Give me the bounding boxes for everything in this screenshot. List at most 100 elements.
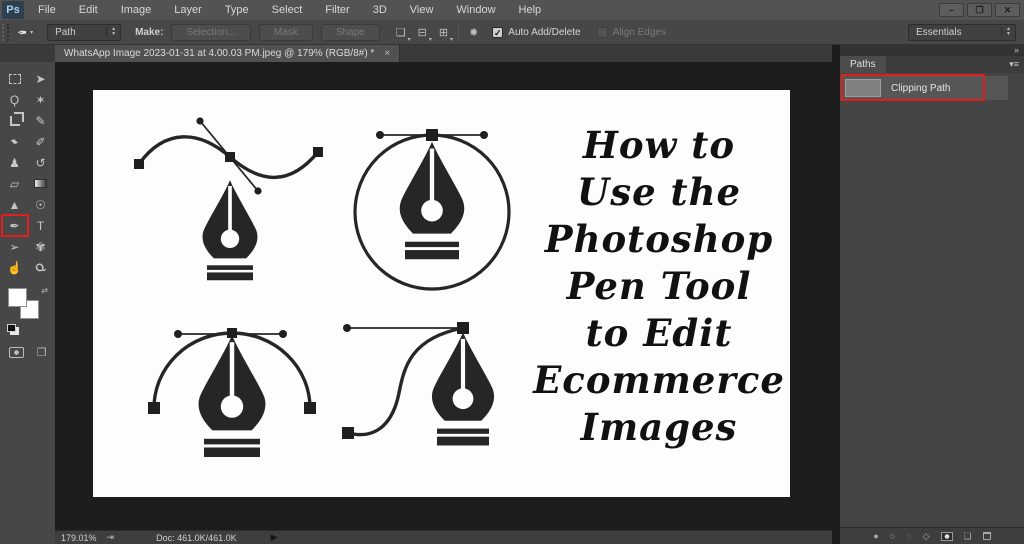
gradient-tool[interactable] (28, 173, 54, 194)
hand-tool[interactable]: ☝ (2, 257, 28, 278)
restore-button[interactable]: ❐ (967, 3, 992, 17)
tab-close-icon[interactable]: × (384, 48, 390, 59)
tab-paths[interactable]: Paths (840, 56, 886, 73)
path-arrangement-icon[interactable]: ⊞▾ (439, 26, 448, 39)
make-shape-button[interactable]: Shape (321, 24, 380, 41)
eyedropper-tool[interactable]: ✎ (28, 110, 54, 131)
canvas[interactable]: How to Use the Photoshop Pen Tool to Edi… (93, 90, 790, 497)
tool-mode-select[interactable]: Path ▲▼ (47, 24, 121, 41)
menu-file[interactable]: File (38, 4, 56, 16)
align-edges-option: Align Edges (597, 27, 666, 38)
new-path-icon[interactable]: ❏ (964, 531, 972, 542)
menu-filter[interactable]: Filter (325, 4, 349, 16)
custom-shape-tool[interactable]: ✾ (28, 236, 54, 257)
collapse-panels-icon[interactable]: » (1014, 45, 1019, 55)
panel-collapse-strip: » (840, 45, 1024, 56)
eyedropper-icon: ✎ (35, 114, 45, 128)
status-menu-arrow-icon[interactable]: ▶ (271, 532, 278, 543)
rectangular-marquee-tool[interactable] (2, 68, 28, 89)
menu-select[interactable]: Select (272, 4, 303, 16)
updown-arrows-icon: ▲▼ (1001, 27, 1011, 37)
menu-type[interactable]: Type (225, 4, 249, 16)
doc-size-info: Doc: 461.0K/461.0K (156, 533, 237, 543)
menu-window[interactable]: Window (456, 4, 495, 16)
auto-add-delete-checkbox[interactable]: ✓ (492, 27, 503, 38)
workspace-value: Essentials (916, 27, 962, 38)
add-mask-icon[interactable] (941, 532, 953, 541)
path-thumbnail[interactable] (845, 79, 881, 97)
path-option-icons: ❏▾ ⊟▾ ⊞▾ (396, 26, 448, 39)
move-tool[interactable]: ➤ (28, 68, 54, 89)
gradient-icon (34, 179, 47, 188)
path-name: Clipping Path (891, 83, 950, 94)
headline-line: Ecommerce (533, 357, 785, 404)
default-colors-icon[interactable] (7, 324, 16, 332)
brush-tool[interactable]: ✐ (28, 131, 54, 152)
zoom-level-field[interactable]: 179.01% (61, 533, 97, 543)
dodge-tool[interactable]: ☉ (28, 194, 54, 215)
magic-wand-tool[interactable]: ✶ (28, 89, 54, 110)
lasso-tool[interactable]: Ϙ (2, 89, 28, 110)
illustration-arc-nib (148, 328, 316, 457)
options-bar-grip[interactable] (2, 24, 9, 41)
history-brush-icon: ↺ (35, 156, 45, 170)
menu-help[interactable]: Help (519, 4, 542, 16)
pen-tool[interactable]: ✒ (2, 215, 28, 236)
clone-stamp-tool[interactable]: ♟ (2, 152, 28, 173)
fill-path-icon[interactable]: ● (873, 531, 878, 541)
crop-tool[interactable] (2, 110, 28, 131)
menu-layer[interactable]: Layer (174, 4, 202, 16)
auto-add-delete-label: Auto Add/Delete (508, 27, 580, 38)
gear-icon[interactable]: ✸ (469, 26, 478, 39)
delete-path-icon[interactable] (983, 532, 991, 540)
brush-icon: ✐ (35, 135, 45, 149)
type-icon: T (37, 219, 44, 233)
headline-line: to Edit (533, 310, 785, 357)
menu-image[interactable]: Image (121, 4, 152, 16)
chevron-down-icon: ▾ (30, 29, 33, 36)
zoom-icon: Q (33, 260, 48, 275)
eraser-tool[interactable]: ▱ (2, 173, 28, 194)
paths-list: Clipping Path (840, 73, 1024, 527)
make-selection-button[interactable]: Selection... (171, 24, 250, 41)
workspace-select[interactable]: Essentials ▲▼ (908, 24, 1016, 41)
menu-view[interactable]: View (410, 4, 434, 16)
screen-mode-icon[interactable]: ❐ (37, 346, 47, 359)
load-selection-icon[interactable]: ◌ (906, 531, 911, 541)
paths-panel-header: Paths ▾≡ (840, 56, 1024, 73)
foreground-color-swatch[interactable] (8, 288, 27, 307)
make-label: Make: (135, 27, 163, 38)
tools-column: ➤ Ϙ ✶ ✎ ▰ ✐ ♟ ↺ ▱ ▲ ☉ ✒ T ➢ ✾ (0, 45, 55, 544)
menu-edit[interactable]: Edit (79, 4, 98, 16)
menu-3d[interactable]: 3D (373, 4, 387, 16)
make-mask-button[interactable]: Mask (259, 24, 313, 41)
document-tab[interactable]: WhatsApp Image 2023-01-31 at 4.00.03 PM.… (55, 45, 400, 62)
pen-tool-icon: ✒ (17, 25, 27, 39)
document-area: WhatsApp Image 2023-01-31 at 4.00.03 PM.… (55, 45, 832, 544)
path-row-clipping-path[interactable]: Clipping Path (840, 76, 1008, 100)
history-brush-tool[interactable]: ↺ (28, 152, 54, 173)
panel-menu-icon[interactable]: ▾≡ (1009, 59, 1019, 70)
minimize-button[interactable]: – (939, 3, 964, 17)
align-edges-checkbox[interactable] (597, 27, 608, 38)
lasso-icon: Ϙ (10, 93, 19, 107)
path-selection-tool[interactable]: ➢ (2, 236, 28, 257)
quick-mask-icon[interactable] (9, 347, 24, 358)
photoshop-window: Ps File Edit Image Layer Type Select Fil… (0, 0, 1024, 544)
path-alignment-icon[interactable]: ⊟▾ (418, 26, 427, 39)
type-tool[interactable]: T (28, 215, 54, 236)
zoom-tool[interactable]: Q (28, 257, 54, 278)
titlebar: Ps File Edit Image Layer Type Select Fil… (0, 0, 1024, 20)
close-button[interactable]: ✕ (995, 3, 1020, 17)
path-operations-icon[interactable]: ❏▾ (396, 26, 406, 39)
panel-gap (832, 45, 840, 544)
tool-preset-picker[interactable]: ✒ ▾ (17, 25, 33, 39)
blur-tool[interactable]: ▲ (2, 194, 28, 215)
make-work-path-icon[interactable]: ◇ (923, 531, 930, 542)
stroke-path-icon[interactable]: ○ (890, 531, 895, 541)
headline-line: How to (533, 122, 785, 169)
export-icon[interactable]: ⇥ (107, 532, 115, 543)
spot-healing-brush-tool[interactable]: ▰ (2, 131, 28, 152)
swap-colors-icon[interactable]: ⇄ (41, 286, 48, 295)
window-controls: – ❐ ✕ (939, 3, 1020, 17)
